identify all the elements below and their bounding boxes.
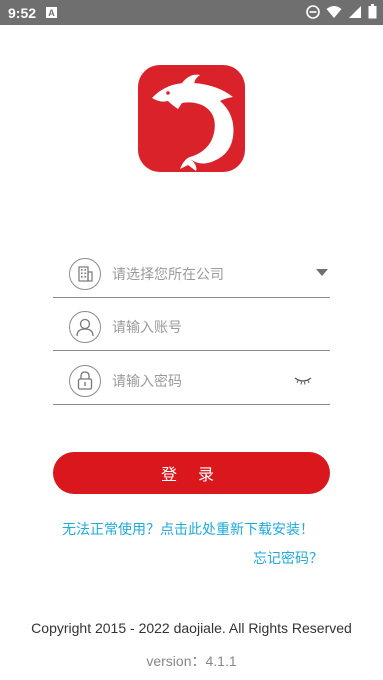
signal-icon bbox=[349, 5, 361, 18]
user-icon bbox=[69, 311, 101, 343]
account-input[interactable]: 请输入账号 bbox=[53, 305, 330, 351]
company-placeholder: 请选择您所在公司 bbox=[112, 267, 224, 283]
chevron-down-icon[interactable] bbox=[316, 269, 328, 276]
do-not-disturb-icon bbox=[306, 4, 320, 19]
app-logo bbox=[138, 65, 245, 172]
status-bar: 9:52 A bbox=[0, 0, 383, 25]
copyright-text: Copyright 2015 - 2022 daojiale. All Righ… bbox=[31, 620, 352, 636]
status-icons bbox=[306, 4, 377, 19]
battery-icon bbox=[368, 4, 377, 19]
notification-icon: A bbox=[46, 7, 58, 18]
wifi-icon bbox=[326, 5, 342, 18]
redownload-link[interactable]: 无法正常使用？点击此处重新下载安装！ bbox=[62, 519, 314, 539]
version-text: version：4.1.1 bbox=[146, 653, 237, 669]
account-placeholder: 请输入账号 bbox=[112, 320, 182, 336]
status-time: 9:52 bbox=[8, 4, 37, 21]
eye-closed-icon[interactable] bbox=[294, 376, 312, 386]
dolphin-icon bbox=[152, 74, 234, 171]
password-input[interactable]: 请输入密码 bbox=[53, 359, 330, 405]
building-icon bbox=[69, 258, 101, 290]
password-placeholder: 请输入密码 bbox=[112, 374, 182, 390]
forgot-password-link[interactable]: 忘记密码？ bbox=[253, 548, 323, 568]
company-select[interactable]: 请选择您所在公司 bbox=[53, 252, 330, 298]
login-button[interactable]: 登 录 bbox=[53, 452, 330, 494]
lock-icon bbox=[69, 365, 101, 397]
